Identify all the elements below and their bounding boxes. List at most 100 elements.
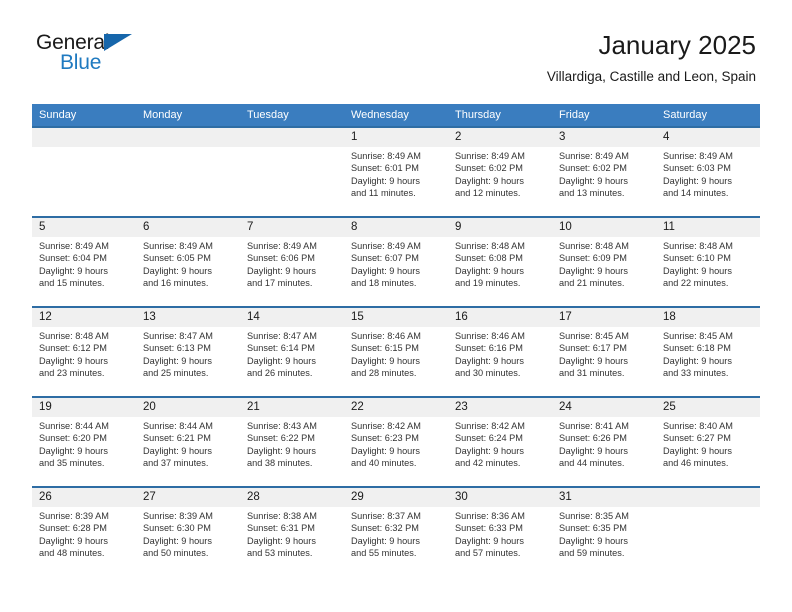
day-detail-line: Daylight: 9 hours [39,445,108,456]
day-detail-line: Sunset: 6:04 PM [39,253,107,264]
calendar-day-cell[interactable]: 5 Sunrise: 8:49 AM Sunset: 6:04 PM Daylight… [32,216,136,307]
calendar-day-cell[interactable]: 28 Sunrise: 8:38 AM Sunset: 6:31 PM Dayligh… [240,486,344,576]
day-detail-line: Sunrise: 8:46 AM [351,331,421,341]
calendar-day-cell[interactable]: 14 Sunrise: 8:47 AM Sunset: 6:14 PM Dayligh… [240,306,344,397]
day-details: Sunrise: 8:41 AM Sunset: 6:26 PM Daylight:… [552,417,656,470]
day-details: Sunrise: 8:45 AM Sunset: 6:18 PM Daylight:… [656,327,760,380]
calendar-day-cell[interactable]: 22 Sunrise: 8:42 AM Sunset: 6:23 PM Dayligh… [344,396,448,487]
calendar-day-cell-empty [656,486,760,576]
calendar-week-row: 12 Sunrise: 8:48 AM Sunset: 6:12 PM Dayligh… [32,306,760,397]
day-details: Sunrise: 8:35 AM Sunset: 6:35 PM Daylight:… [552,507,656,560]
day-number: 10 [552,218,656,237]
day-detail-line: Sunrise: 8:49 AM [351,151,421,161]
day-detail-line: Daylight: 9 hours [143,265,212,276]
calendar-day-cell[interactable]: 3 Sunrise: 8:49 AM Sunset: 6:02 PM Daylight… [552,126,656,217]
day-detail-line: Sunrise: 8:44 AM [143,421,213,431]
day-detail-line: Sunset: 6:02 PM [559,163,627,174]
day-detail-line: Sunrise: 8:49 AM [247,241,317,251]
calendar-day-cell[interactable]: 4 Sunrise: 8:49 AM Sunset: 6:03 PM Daylight… [656,126,760,217]
calendar-day-cell[interactable]: 10 Sunrise: 8:48 AM Sunset: 6:09 PM Dayligh… [552,216,656,307]
day-detail-line: Sunrise: 8:42 AM [455,421,525,431]
calendar-body: 1 Sunrise: 8:49 AM Sunset: 6:01 PM Daylight… [32,126,760,576]
calendar-day-cell[interactable]: 16 Sunrise: 8:46 AM Sunset: 6:16 PM Dayligh… [448,306,552,397]
day-details: Sunrise: 8:48 AM Sunset: 6:08 PM Daylight:… [448,237,552,290]
day-details [32,147,136,150]
day-number: 21 [240,398,344,417]
day-detail-line: Sunset: 6:09 PM [559,253,627,264]
calendar-day-cell[interactable]: 30 Sunrise: 8:36 AM Sunset: 6:33 PM Dayligh… [448,486,552,576]
day-detail-line: and 16 minutes. [143,278,209,289]
day-detail-line: Daylight: 9 hours [559,355,628,366]
calendar-day-cell[interactable]: 1 Sunrise: 8:49 AM Sunset: 6:01 PM Daylight… [344,126,448,217]
calendar-day-cell[interactable]: 11 Sunrise: 8:48 AM Sunset: 6:10 PM Dayligh… [656,216,760,307]
calendar-day-cell[interactable]: 24 Sunrise: 8:41 AM Sunset: 6:26 PM Dayligh… [552,396,656,487]
day-detail-line: and 37 minutes. [143,458,209,469]
day-detail-line: and 14 minutes. [663,188,729,199]
day-detail-line: Sunset: 6:31 PM [247,523,315,534]
calendar-day-cell-empty [240,126,344,217]
day-detail-line: Sunset: 6:03 PM [663,163,731,174]
calendar-day-cell[interactable]: 21 Sunrise: 8:43 AM Sunset: 6:22 PM Dayligh… [240,396,344,487]
day-detail-line: Sunset: 6:10 PM [663,253,731,264]
day-detail-line: and 22 minutes. [663,278,729,289]
day-detail-line: Sunset: 6:02 PM [455,163,523,174]
day-detail-line: Sunrise: 8:42 AM [351,421,421,431]
calendar-day-cell[interactable]: 2 Sunrise: 8:49 AM Sunset: 6:02 PM Daylight… [448,126,552,217]
day-detail-line: and 44 minutes. [559,458,625,469]
calendar-day-cell[interactable]: 12 Sunrise: 8:48 AM Sunset: 6:12 PM Dayligh… [32,306,136,397]
calendar-day-cell-empty [136,126,240,217]
day-detail-line: and 28 minutes. [351,368,417,379]
day-detail-line: Sunset: 6:05 PM [143,253,211,264]
page-title: January 2025 [598,30,756,60]
calendar-day-cell[interactable]: 31 Sunrise: 8:35 AM Sunset: 6:35 PM Dayligh… [552,486,656,576]
day-number: 28 [240,488,344,507]
day-details: Sunrise: 8:47 AM Sunset: 6:13 PM Daylight:… [136,327,240,380]
day-detail-line: Sunrise: 8:43 AM [247,421,317,431]
calendar-day-cell[interactable]: 26 Sunrise: 8:39 AM Sunset: 6:28 PM Dayligh… [32,486,136,576]
calendar-day-cell[interactable]: 29 Sunrise: 8:37 AM Sunset: 6:32 PM Dayligh… [344,486,448,576]
day-detail-line: Daylight: 9 hours [247,265,316,276]
day-detail-line: Sunrise: 8:48 AM [455,241,525,251]
day-detail-line: Daylight: 9 hours [559,445,628,456]
calendar-day-cell[interactable]: 17 Sunrise: 8:45 AM Sunset: 6:17 PM Dayligh… [552,306,656,397]
day-detail-line: and 23 minutes. [39,368,105,379]
calendar-day-cell[interactable]: 25 Sunrise: 8:40 AM Sunset: 6:27 PM Dayligh… [656,396,760,487]
day-details: Sunrise: 8:48 AM Sunset: 6:12 PM Daylight:… [32,327,136,380]
day-detail-line: Sunset: 6:33 PM [455,523,523,534]
calendar-day-cell[interactable]: 9 Sunrise: 8:48 AM Sunset: 6:08 PM Daylight… [448,216,552,307]
day-detail-line: and 55 minutes. [351,548,417,559]
calendar-day-cell[interactable]: 8 Sunrise: 8:49 AM Sunset: 6:07 PM Daylight… [344,216,448,307]
day-detail-line: and 33 minutes. [663,368,729,379]
day-detail-line: Sunset: 6:20 PM [39,433,107,444]
day-details: Sunrise: 8:40 AM Sunset: 6:27 PM Daylight:… [656,417,760,470]
day-detail-line: Daylight: 9 hours [455,535,524,546]
day-number: 15 [344,308,448,327]
day-number: 27 [136,488,240,507]
calendar-day-cell[interactable]: 20 Sunrise: 8:44 AM Sunset: 6:21 PM Dayligh… [136,396,240,487]
day-details: Sunrise: 8:42 AM Sunset: 6:24 PM Daylight:… [448,417,552,470]
day-details: Sunrise: 8:49 AM Sunset: 6:03 PM Daylight:… [656,147,760,200]
calendar-day-cell[interactable]: 15 Sunrise: 8:46 AM Sunset: 6:15 PM Dayligh… [344,306,448,397]
calendar-day-cell[interactable]: 18 Sunrise: 8:45 AM Sunset: 6:18 PM Dayligh… [656,306,760,397]
day-number: 7 [240,218,344,237]
day-details: Sunrise: 8:39 AM Sunset: 6:28 PM Daylight:… [32,507,136,560]
day-detail-line: and 18 minutes. [351,278,417,289]
day-detail-line: Daylight: 9 hours [351,445,420,456]
calendar-day-cell[interactable]: 27 Sunrise: 8:39 AM Sunset: 6:30 PM Dayligh… [136,486,240,576]
day-number [240,128,344,147]
day-details: Sunrise: 8:42 AM Sunset: 6:23 PM Daylight:… [344,417,448,470]
calendar-day-cell[interactable]: 23 Sunrise: 8:42 AM Sunset: 6:24 PM Dayligh… [448,396,552,487]
day-number: 19 [32,398,136,417]
general-blue-logo[interactable]: General Blue [36,32,156,82]
day-details: Sunrise: 8:49 AM Sunset: 6:02 PM Daylight:… [552,147,656,200]
calendar-day-cell[interactable]: 19 Sunrise: 8:44 AM Sunset: 6:20 PM Dayligh… [32,396,136,487]
day-details: Sunrise: 8:49 AM Sunset: 6:04 PM Daylight:… [32,237,136,290]
calendar-day-cell[interactable]: 6 Sunrise: 8:49 AM Sunset: 6:05 PM Daylight… [136,216,240,307]
day-detail-line: Daylight: 9 hours [663,445,732,456]
day-detail-line: and 30 minutes. [455,368,521,379]
calendar-day-cell[interactable]: 7 Sunrise: 8:49 AM Sunset: 6:06 PM Daylight… [240,216,344,307]
calendar-day-cell[interactable]: 13 Sunrise: 8:47 AM Sunset: 6:13 PM Dayligh… [136,306,240,397]
day-number: 6 [136,218,240,237]
day-number [32,128,136,147]
day-detail-line: Daylight: 9 hours [247,445,316,456]
